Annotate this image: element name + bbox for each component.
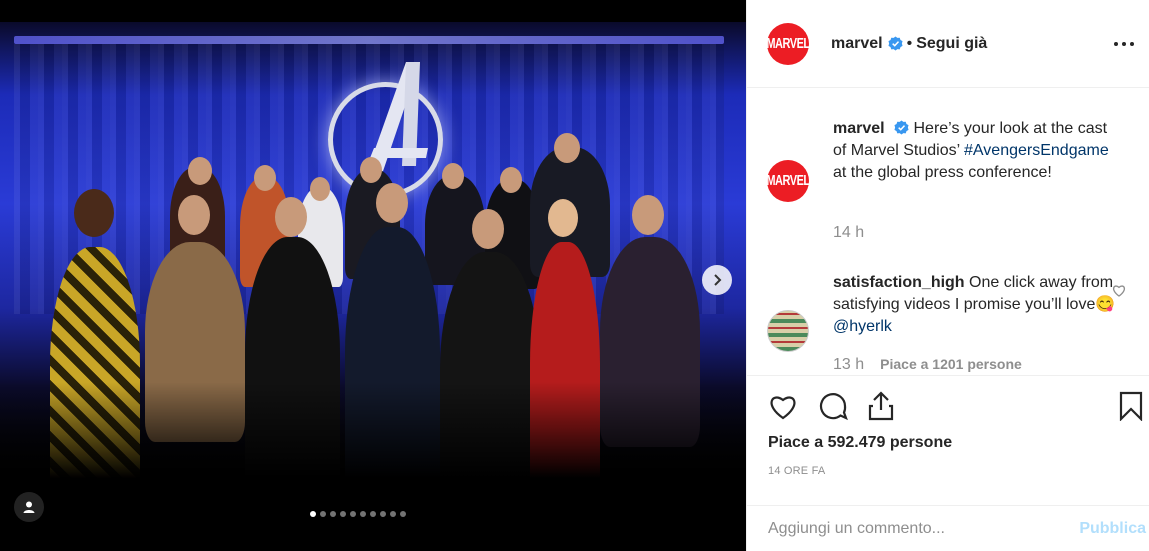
carousel-indicator bbox=[310, 511, 406, 517]
heart-icon[interactable] bbox=[1111, 282, 1127, 298]
share-icon bbox=[868, 391, 894, 421]
mention-link[interactable]: @hyerlk bbox=[833, 318, 892, 335]
header-separator: • bbox=[906, 34, 913, 52]
author-username[interactable]: marvel bbox=[831, 35, 883, 53]
commenter-avatar[interactable] bbox=[767, 310, 809, 352]
marvel-logo: MARVEL bbox=[766, 173, 810, 189]
verified-badge-icon bbox=[894, 120, 909, 135]
comment-likes[interactable]: Piace a 1201 persone bbox=[880, 356, 1022, 372]
more-options-icon bbox=[1114, 42, 1134, 46]
comment-time[interactable]: 13 h bbox=[833, 356, 864, 373]
carousel-dot bbox=[370, 511, 376, 517]
caption-avatar[interactable]: MARVEL bbox=[766, 160, 810, 202]
verified-badge-icon bbox=[888, 36, 903, 51]
comment-author[interactable]: satisfaction_high bbox=[833, 274, 965, 291]
heart-icon bbox=[770, 396, 796, 420]
bookmark-icon bbox=[1119, 391, 1143, 421]
marvel-logo: MARVEL bbox=[766, 35, 810, 52]
carousel-dot bbox=[320, 511, 326, 517]
stage-floor bbox=[0, 382, 746, 542]
save-button[interactable] bbox=[1115, 390, 1147, 422]
post-timestamp[interactable]: 14 ORE FA bbox=[768, 465, 825, 477]
publish-button[interactable]: Pubblica bbox=[1079, 520, 1146, 538]
caption-text: marvel Here’s your look at the cast of M… bbox=[833, 118, 1123, 184]
carousel-dot bbox=[380, 511, 386, 517]
caption-body-end: at the global press conference! bbox=[833, 164, 1052, 181]
hashtag-link[interactable]: #AvengersEndgame bbox=[964, 142, 1109, 159]
caption-time[interactable]: 14 h bbox=[833, 224, 864, 242]
add-comment-bar: Aggiungi un commento... Pubblica bbox=[747, 505, 1149, 551]
post-photo[interactable] bbox=[0, 0, 746, 551]
carousel-dot bbox=[340, 511, 346, 517]
comment-meta: 13 h Piace a 1201 persone bbox=[833, 356, 1022, 374]
more-options-button[interactable] bbox=[1112, 32, 1136, 56]
comment-button[interactable] bbox=[817, 390, 849, 422]
stage-light-bar bbox=[14, 36, 724, 44]
carousel-dot bbox=[360, 511, 366, 517]
emoji: 😋 bbox=[1095, 296, 1116, 313]
chevron-right-icon bbox=[714, 274, 722, 286]
carousel-dot bbox=[390, 511, 396, 517]
user-tag-button[interactable] bbox=[14, 492, 44, 522]
following-button[interactable]: Segui già bbox=[916, 35, 987, 53]
carousel-dot bbox=[400, 511, 406, 517]
comment-text: satisfaction_high One click away from sa… bbox=[833, 272, 1123, 338]
author-avatar[interactable]: MARVEL bbox=[766, 22, 810, 65]
photo-scene bbox=[0, 22, 746, 542]
post-actions: Piace a 592.479 persone 14 ORE FA Aggiun… bbox=[747, 375, 1149, 540]
carousel-dot bbox=[350, 511, 356, 517]
comment-icon bbox=[819, 393, 848, 421]
user-tag-icon bbox=[23, 501, 35, 513]
comments-list: MARVEL marvel Here’s your look at the ca… bbox=[747, 88, 1149, 375]
likes-count[interactable]: Piace a 592.479 persone bbox=[768, 434, 952, 452]
carousel-dot bbox=[330, 511, 336, 517]
share-button[interactable] bbox=[865, 390, 897, 422]
post-header: MARVEL marvel • Segui già bbox=[747, 0, 1149, 88]
post-side-panel: MARVEL marvel • Segui già MARVEL marvel … bbox=[746, 0, 1149, 551]
action-bar bbox=[767, 390, 1143, 422]
like-button[interactable] bbox=[767, 390, 799, 422]
next-slide-button[interactable] bbox=[702, 265, 732, 295]
caption-author[interactable]: marvel bbox=[833, 120, 885, 137]
carousel-dot bbox=[310, 511, 316, 517]
comment-input[interactable]: Aggiungi un commento... bbox=[768, 520, 945, 538]
